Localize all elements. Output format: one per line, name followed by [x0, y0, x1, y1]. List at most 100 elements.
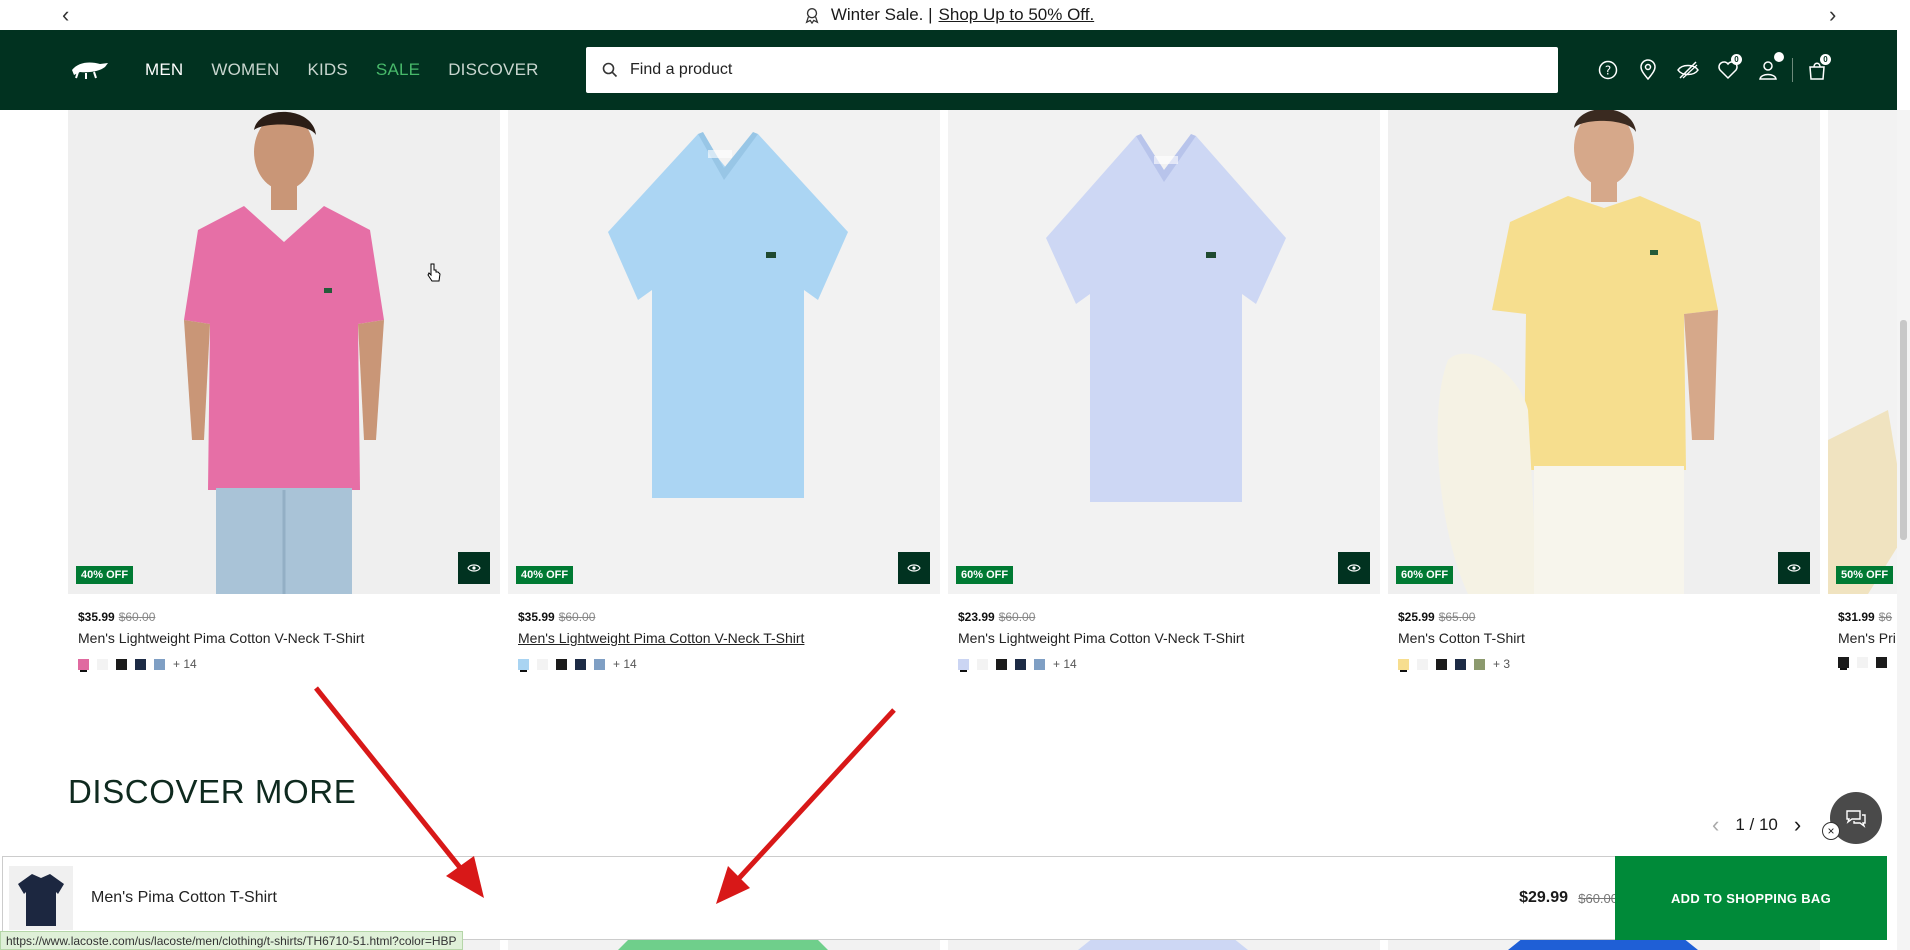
more-colors[interactable]: + 14	[1053, 657, 1077, 671]
eye-off-icon[interactable]	[1668, 52, 1708, 88]
sticky-add-to-bag-bar: Men's Pima Cotton T-Shirt $29.99 $60.00 …	[2, 856, 1887, 940]
discount-badge: 40% OFF	[76, 566, 134, 584]
color-swatch[interactable]	[518, 658, 529, 670]
sale-price: $31.99	[1838, 610, 1875, 624]
product-name[interactable]: Men's Pri	[1838, 630, 1897, 646]
color-swatch[interactable]	[575, 658, 586, 670]
color-swatch[interactable]	[1034, 658, 1045, 670]
add-to-shopping-bag-button[interactable]: ADD TO SHOPPING BAG	[1615, 856, 1887, 940]
color-swatch[interactable]	[1876, 657, 1887, 668]
color-swatch[interactable]	[116, 658, 127, 670]
color-swatch[interactable]	[154, 658, 165, 670]
svg-text:?: ?	[1605, 64, 1611, 78]
product-image[interactable]: 60% OFF	[948, 110, 1380, 594]
search-box[interactable]	[586, 47, 1558, 93]
account-icon[interactable]	[1748, 52, 1788, 88]
eye-icon	[467, 564, 481, 572]
header-divider	[1792, 58, 1793, 82]
quick-view-button[interactable]	[1778, 552, 1810, 584]
product-card[interactable]: 40% OFF $35.99 $60.00 Men's Lightweight P…	[68, 110, 500, 671]
more-colors[interactable]: + 3	[1493, 657, 1510, 671]
product-name[interactable]: Men's Lightweight Pima Cotton V-Neck T-S…	[518, 630, 940, 646]
pager-count: 1 / 10	[1735, 815, 1778, 834]
more-colors[interactable]: + 14	[613, 657, 637, 671]
nav-women[interactable]: WOMEN	[211, 60, 279, 80]
nav-discover[interactable]: DISCOVER	[448, 60, 538, 80]
color-swatch[interactable]	[1838, 657, 1849, 668]
color-swatch[interactable]	[135, 658, 146, 670]
color-swatch[interactable]	[594, 658, 605, 670]
mouse-pointer-icon	[427, 263, 441, 282]
product-card[interactable]: 60% OFF $23.99 $60.00 Men's Lightweight P…	[948, 110, 1380, 671]
sale-price: $25.99	[1398, 610, 1435, 624]
color-swatch[interactable]	[1015, 658, 1026, 670]
scrollbar-thumb[interactable]	[1900, 320, 1907, 540]
original-price: $6	[1878, 610, 1893, 624]
color-swatch[interactable]	[537, 658, 548, 670]
search-icon	[602, 62, 618, 78]
promo-prev-arrow-icon[interactable]: ‹	[62, 2, 69, 28]
chat-bubble-icon	[1846, 810, 1866, 828]
sticky-product-name: Men's Pima Cotton T-Shirt	[91, 889, 277, 906]
eye-icon	[907, 564, 921, 572]
nav-kids[interactable]: KIDS	[307, 60, 347, 80]
color-swatch[interactable]	[1436, 658, 1447, 670]
product-card[interactable]: 40% OFF $35.99 $60.00 Men's Lightweight P…	[508, 110, 940, 671]
product-image[interactable]: 60% OFF	[1388, 110, 1820, 594]
pager-next-icon[interactable]: ›	[1794, 812, 1801, 838]
chat-close-icon[interactable]: ×	[1822, 822, 1840, 840]
original-price: $60.00	[118, 610, 156, 624]
product-card[interactable]: 60% OFF $25.99 $65.00 Men's Cotton T-Shir…	[1388, 110, 1820, 671]
color-swatch[interactable]	[958, 658, 969, 670]
color-swatch[interactable]	[78, 658, 89, 670]
site-header: MEN WOMEN KIDS SALE DISCOVER ? 0 0	[0, 30, 1897, 110]
crocodile-logo-icon[interactable]	[70, 58, 110, 80]
store-locator-icon[interactable]	[1628, 52, 1668, 88]
promo-link[interactable]: Shop Up to 50% Off.	[939, 5, 1095, 25]
color-swatches: + 14	[78, 657, 500, 671]
link-status-bar: https://www.lacoste.com/us/lacoste/men/c…	[0, 931, 463, 950]
section-title: DISCOVER MORE	[68, 773, 357, 810]
promo-next-arrow-icon[interactable]: ›	[1829, 2, 1836, 28]
quick-view-button[interactable]	[898, 552, 930, 584]
help-icon[interactable]: ?	[1588, 52, 1628, 88]
product-card[interactable]: 50% OFF $31.99 $6 Men's Pri	[1828, 110, 1897, 668]
color-swatch[interactable]	[1398, 658, 1409, 670]
product-image[interactable]: 40% OFF	[68, 110, 500, 594]
product-image[interactable]: 50% OFF	[1828, 110, 1897, 594]
color-swatch[interactable]	[1417, 658, 1428, 670]
pager-prev-icon[interactable]: ‹	[1712, 812, 1719, 838]
product-price: $23.99 $60.00	[958, 610, 1380, 624]
product-price: $35.99 $60.00	[78, 610, 500, 624]
product-image[interactable]: 40% OFF	[508, 110, 940, 594]
color-swatches	[1838, 657, 1897, 668]
color-swatch[interactable]	[977, 658, 988, 670]
main-nav: MEN WOMEN KIDS SALE DISCOVER	[145, 30, 539, 110]
eye-icon	[1347, 564, 1361, 572]
product-carousel: 40% OFF $35.99 $60.00 Men's Lightweight P…	[68, 110, 1897, 690]
original-price: $60.00	[998, 610, 1036, 624]
nav-men[interactable]: MEN	[145, 60, 183, 80]
color-swatch[interactable]	[97, 658, 108, 670]
shopping-bag-icon[interactable]: 0	[1797, 52, 1837, 88]
wishlist-heart-icon[interactable]: 0	[1708, 52, 1748, 88]
quick-view-button[interactable]	[1338, 552, 1370, 584]
original-price: $65.00	[1438, 610, 1476, 624]
gift-icon	[805, 8, 819, 24]
product-name[interactable]: Men's Cotton T-Shirt	[1398, 630, 1820, 646]
color-swatch[interactable]	[1857, 657, 1868, 668]
color-swatch[interactable]	[556, 658, 567, 670]
nav-sale[interactable]: SALE	[376, 60, 420, 80]
search-input[interactable]	[630, 61, 1530, 79]
quick-view-button[interactable]	[458, 552, 490, 584]
more-colors[interactable]: + 14	[173, 657, 197, 671]
eye-icon	[1787, 564, 1801, 572]
color-swatch[interactable]	[1455, 658, 1466, 670]
product-name[interactable]: Men's Lightweight Pima Cotton V-Neck T-S…	[958, 630, 1380, 646]
color-swatch[interactable]	[1474, 658, 1485, 670]
color-swatch[interactable]	[996, 658, 1007, 670]
product-name[interactable]: Men's Lightweight Pima Cotton V-Neck T-S…	[78, 630, 500, 646]
product-price: $31.99 $6	[1838, 610, 1897, 624]
page-scrollbar[interactable]	[1897, 110, 1910, 950]
wishlist-count-badge: 0	[1731, 54, 1742, 65]
